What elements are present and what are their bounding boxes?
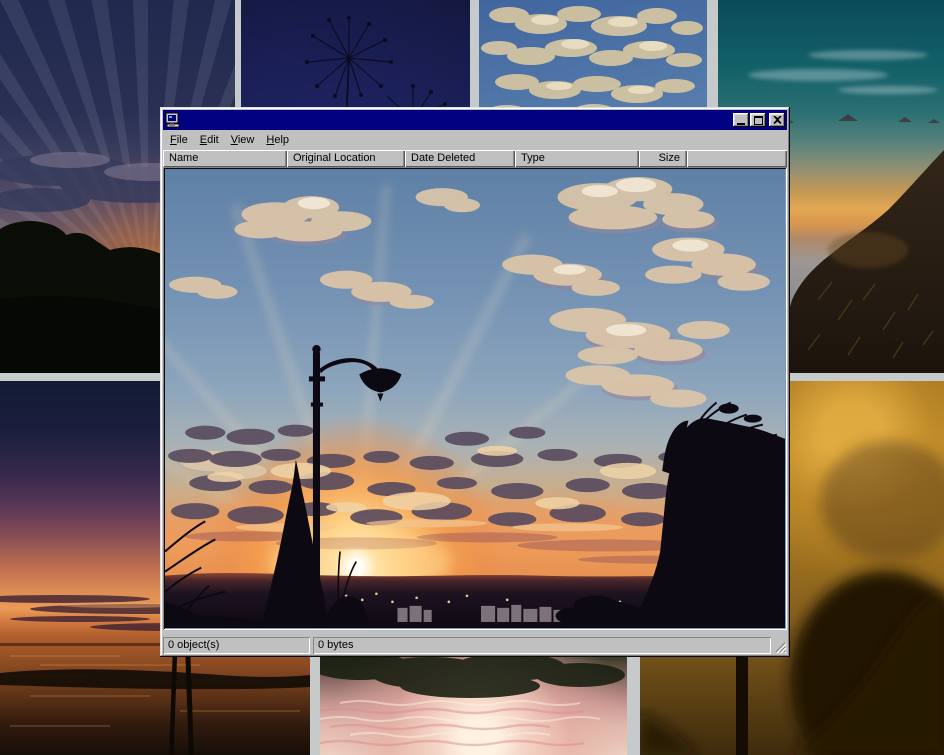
column-header-size[interactable]: Size — [639, 150, 687, 167]
minimize-icon — [737, 123, 745, 125]
status-total-size: 0 bytes — [313, 637, 771, 654]
status-object-count: 0 object(s) — [163, 637, 310, 654]
menubar: File Edit View Help — [163, 130, 787, 150]
file-list-area[interactable] — [163, 167, 787, 630]
column-header-type[interactable]: Type — [515, 150, 639, 167]
computer-icon — [165, 112, 181, 128]
close-icon — [773, 116, 782, 124]
maximize-icon — [754, 116, 763, 125]
recycle-bin-window: File Edit View Help Name Original Locati… — [160, 107, 790, 657]
minimize-button[interactable] — [733, 113, 749, 127]
column-header-filler — [687, 150, 787, 167]
menu-file[interactable]: File — [164, 132, 194, 148]
close-button[interactable] — [769, 113, 785, 127]
sunset-lamp-photo — [165, 169, 785, 628]
menu-help[interactable]: Help — [260, 132, 295, 148]
column-header-date-deleted[interactable]: Date Deleted — [405, 150, 515, 167]
statusbar: 0 object(s) 0 bytes — [163, 630, 787, 654]
maximize-button[interactable] — [750, 113, 766, 127]
list-column-headers: Name Original Location Date Deleted Type… — [163, 150, 787, 167]
column-header-original-location[interactable]: Original Location — [287, 150, 405, 167]
menu-edit[interactable]: Edit — [194, 132, 225, 148]
menu-view[interactable]: View — [225, 132, 261, 148]
resize-grip[interactable] — [774, 641, 787, 654]
column-header-name[interactable]: Name — [163, 150, 287, 167]
titlebar[interactable] — [163, 110, 787, 130]
